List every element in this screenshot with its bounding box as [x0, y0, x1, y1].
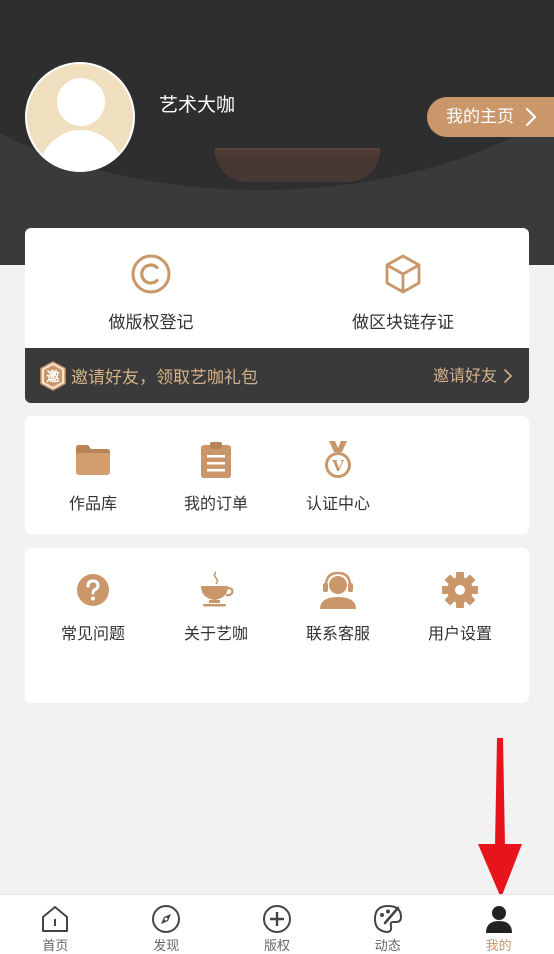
invite-friends-banner[interactable]: 邀 邀请好友，领取艺咖礼包 邀请好友 — [25, 348, 529, 403]
chevron-right-icon — [504, 368, 513, 383]
question-icon — [77, 574, 109, 606]
faq-label: 常见问题 — [60, 624, 125, 643]
tab-discover-label: 发现 — [153, 939, 180, 954]
tab-discover[interactable]: 发现 — [111, 895, 222, 954]
help-settings-card: 常见问题 关于艺咖 联系客服 用户设置 — [25, 548, 529, 703]
username: 艺术大咖 — [159, 94, 236, 116]
blockchain-proof-button[interactable]: 做区块链存证 — [277, 252, 529, 333]
coffee-cup-icon — [201, 571, 234, 607]
works-library-button[interactable]: 作品库 — [32, 440, 154, 514]
tab-copyright-label: 版权 — [263, 939, 290, 954]
copyright-registration-label: 做版权登记 — [108, 313, 194, 333]
folder-icon — [76, 445, 110, 475]
header-cup-decoration — [215, 150, 380, 182]
medal-icon: V — [325, 441, 351, 478]
my-homepage-label: 我的主页 — [446, 107, 514, 127]
tab-home-label: 首页 — [42, 939, 69, 954]
my-orders-label: 我的订单 — [183, 494, 248, 513]
tab-activity-label: 动态 — [374, 939, 401, 954]
copyright-registration-button[interactable]: 做版权登记 — [25, 252, 277, 333]
red-arrow-annotation — [478, 738, 522, 898]
invite-link-label: 邀请好友 — [432, 366, 497, 385]
plus-circle-icon — [262, 905, 291, 933]
about-yika-label: 关于艺咖 — [183, 624, 248, 643]
invite-friends-link[interactable]: 邀请好友 — [433, 348, 513, 403]
contact-service-button[interactable]: 联系客服 — [277, 570, 399, 644]
user-icon — [485, 906, 512, 933]
tab-mine-label: 我的 — [485, 939, 512, 954]
certification-center-label: 认证中心 — [305, 494, 370, 513]
works-orders-card: 作品库 我的订单 V 认证中心 — [25, 416, 529, 534]
svg-text:邀: 邀 — [46, 369, 59, 385]
certification-center-button[interactable]: V 认证中心 — [277, 440, 399, 514]
gear-icon — [442, 572, 478, 608]
invite-badge-icon: 邀 — [40, 360, 66, 391]
invite-text: 邀请好友，领取艺咖礼包 — [71, 368, 258, 388]
contact-service-label: 联系客服 — [305, 624, 370, 643]
copyright-icon — [131, 254, 171, 294]
tab-home[interactable]: 首页 — [0, 895, 111, 954]
tab-mine[interactable]: 我的 — [443, 895, 554, 954]
svg-text:V: V — [331, 457, 344, 475]
palette-icon — [373, 904, 402, 934]
compass-icon — [152, 905, 181, 933]
cube-icon — [385, 254, 421, 294]
bottom-tab-bar: 首页 发现 版权 动态 我的 — [0, 894, 554, 954]
works-library-label: 作品库 — [68, 494, 117, 513]
chevron-right-icon — [525, 107, 537, 127]
blockchain-proof-label: 做区块链存证 — [352, 313, 454, 333]
my-homepage-button[interactable]: 我的主页 — [427, 97, 554, 137]
avatar[interactable] — [25, 62, 135, 172]
home-icon — [42, 906, 69, 932]
headset-agent-icon — [320, 571, 356, 609]
faq-button[interactable]: 常见问题 — [32, 570, 154, 644]
user-settings-button[interactable]: 用户设置 — [399, 570, 521, 644]
tab-copyright[interactable]: 版权 — [222, 895, 333, 954]
about-yika-button[interactable]: 关于艺咖 — [155, 570, 277, 644]
tab-activity[interactable]: 动态 — [332, 895, 443, 954]
my-orders-button[interactable]: 我的订单 — [155, 440, 277, 514]
clipboard-icon — [201, 442, 231, 478]
user-settings-label: 用户设置 — [427, 624, 492, 643]
quick-actions-card: 做版权登记 做区块链存证 邀 邀请好友，领取艺咖礼包 邀请好友 — [25, 228, 529, 403]
